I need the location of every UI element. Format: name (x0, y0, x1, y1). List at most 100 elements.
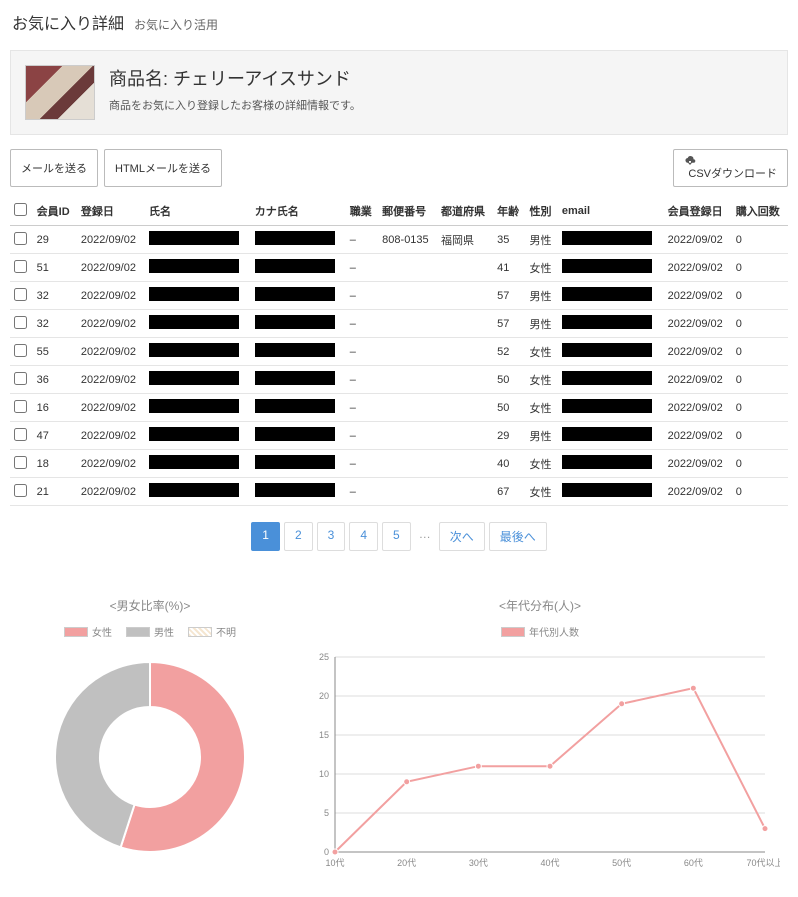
col-postal: 郵便番号 (378, 197, 437, 226)
select-all-checkbox[interactable] (14, 203, 27, 216)
row-checkbox[interactable] (14, 484, 27, 497)
csv-download-button[interactable]: CSVダウンロード (673, 149, 788, 187)
svg-text:0: 0 (324, 847, 329, 857)
cell-age: 40 (493, 450, 525, 478)
cell-kana (251, 394, 346, 422)
age-chart-title: <年代分布(人)> (300, 597, 780, 614)
cell-postal (378, 366, 437, 394)
row-checkbox[interactable] (14, 288, 27, 301)
cell-age: 50 (493, 394, 525, 422)
cell-postal (378, 394, 437, 422)
cell-gender: 男性 (526, 282, 558, 310)
legend-swatch-female (64, 627, 88, 637)
cell-kana (251, 366, 346, 394)
cell-postal (378, 422, 437, 450)
row-checkbox[interactable] (14, 344, 27, 357)
row-checkbox[interactable] (14, 428, 27, 441)
cell-purchase-count: 0 (732, 394, 788, 422)
col-kana: カナ氏名 (251, 197, 346, 226)
col-member-reg-date: 会員登録日 (664, 197, 732, 226)
cell-member-reg-date: 2022/09/02 (664, 254, 732, 282)
svg-text:15: 15 (319, 730, 329, 740)
cell-prefecture (437, 282, 493, 310)
cell-member-reg-date: 2022/09/02 (664, 282, 732, 310)
row-checkbox[interactable] (14, 400, 27, 413)
cell-age: 41 (493, 254, 525, 282)
cell-kana (251, 478, 346, 506)
cell-postal (378, 282, 437, 310)
table-row: 162022/09/02–50女性2022/09/020 (10, 394, 788, 422)
cell-purchase-count: 0 (732, 478, 788, 506)
cell-kana (251, 254, 346, 282)
cell-name (145, 450, 251, 478)
cell-kana (251, 310, 346, 338)
col-purchase-count: 購入回数 (732, 197, 788, 226)
cell-member-reg-date: 2022/09/02 (664, 478, 732, 506)
cell-email (558, 310, 664, 338)
cell-gender: 女性 (526, 366, 558, 394)
pagination-last[interactable]: 最後へ (489, 522, 547, 551)
row-checkbox[interactable] (14, 372, 27, 385)
table-row: 212022/09/02–67女性2022/09/020 (10, 478, 788, 506)
cell-prefecture (437, 338, 493, 366)
svg-text:70代以上: 70代以上 (746, 858, 780, 868)
pagination-page-3[interactable]: 3 (317, 522, 346, 551)
svg-text:30代: 30代 (469, 858, 488, 868)
send-mail-button[interactable]: メールを送る (10, 149, 98, 187)
col-email: email (558, 197, 664, 226)
charts-section: <男女比率(%)> 女性 男性 不明 <年代分布(人)> 年代別人数 05101… (0, 567, 798, 897)
cell-email (558, 478, 664, 506)
col-age: 年齢 (493, 197, 525, 226)
gender-chart: <男女比率(%)> 女性 男性 不明 (20, 597, 280, 877)
svg-text:50代: 50代 (612, 858, 631, 868)
cell-email (558, 450, 664, 478)
cell-member-id: 29 (33, 226, 77, 254)
cell-kana (251, 226, 346, 254)
row-checkbox[interactable] (14, 232, 27, 245)
svg-text:10: 10 (319, 769, 329, 779)
svg-text:40代: 40代 (540, 858, 559, 868)
donut-chart-svg (40, 647, 260, 867)
cell-purchase-count: 0 (732, 226, 788, 254)
cell-purchase-count: 0 (732, 422, 788, 450)
pagination-next[interactable]: 次へ (439, 522, 485, 551)
cell-postal (378, 450, 437, 478)
pagination-page-5[interactable]: 5 (382, 522, 411, 551)
col-occupation: 職業 (346, 197, 378, 226)
cell-occupation: – (346, 310, 378, 338)
age-legend: 年代別人数 (300, 624, 780, 639)
age-chart: <年代分布(人)> 年代別人数 051015202510代20代30代40代50… (300, 597, 780, 877)
pagination-page-4[interactable]: 4 (349, 522, 378, 551)
cloud-download-icon (684, 155, 777, 165)
cell-member-reg-date: 2022/09/02 (664, 338, 732, 366)
cell-occupation: – (346, 394, 378, 422)
cell-email (558, 422, 664, 450)
cell-occupation: – (346, 450, 378, 478)
cell-gender: 女性 (526, 478, 558, 506)
cell-name (145, 366, 251, 394)
row-checkbox[interactable] (14, 316, 27, 329)
cell-prefecture (437, 450, 493, 478)
row-checkbox[interactable] (14, 456, 27, 469)
cell-member-reg-date: 2022/09/02 (664, 226, 732, 254)
table-row: 292022/09/02–808-0135福岡県35男性2022/09/020 (10, 226, 788, 254)
cell-occupation: – (346, 226, 378, 254)
pagination-page-1[interactable]: 1 (251, 522, 280, 551)
send-html-mail-button[interactable]: HTMLメールを送る (104, 149, 222, 187)
row-checkbox[interactable] (14, 260, 27, 273)
cell-reg-date: 2022/09/02 (77, 226, 145, 254)
cell-reg-date: 2022/09/02 (77, 310, 145, 338)
cell-purchase-count: 0 (732, 282, 788, 310)
cell-purchase-count: 0 (732, 366, 788, 394)
pagination-ellipsis: … (415, 522, 435, 551)
cell-member-id: 36 (33, 366, 77, 394)
page-subtitle: お気に入り活用 (134, 16, 218, 33)
cell-prefecture (437, 394, 493, 422)
pagination-page-2[interactable]: 2 (284, 522, 313, 551)
cell-name (145, 478, 251, 506)
cell-prefecture (437, 310, 493, 338)
product-description: 商品をお気に入り登録したお客様の詳細情報です。 (109, 97, 361, 113)
cell-occupation: – (346, 254, 378, 282)
toolbar: メールを送る HTMLメールを送る CSVダウンロード (0, 149, 798, 197)
col-gender: 性別 (526, 197, 558, 226)
